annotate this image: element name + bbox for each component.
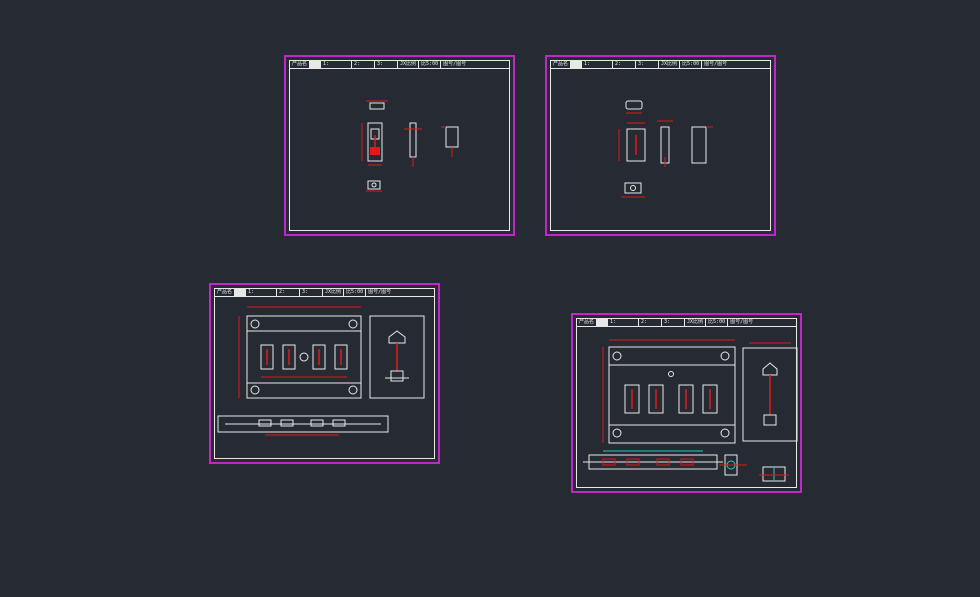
mold-assembly-drawing <box>583 339 798 482</box>
cad-model-space[interactable]: { "title_block": { "c1": "产品名", "c2": "1… <box>0 0 980 597</box>
drawing-sheet-3[interactable]: 产品名 1: 2: 3: JX比例 比5:00 图号/图号 <box>209 283 440 464</box>
mold-assembly-drawing <box>217 306 425 436</box>
drawing-sheet-2[interactable]: 产品名 1: 2: 3: JX比例 比5:00 图号/图号 <box>545 55 776 236</box>
part-views-drawing <box>618 100 713 198</box>
drawing-sheet-1[interactable]: 产品名 1: 2: 3: JX比例 比5:00 图号/图号 <box>284 55 515 236</box>
drawing-sheet-4[interactable]: 产品名 1: 2: 3: JX比例 比5:00 图号/图号 <box>571 313 802 493</box>
part-views-drawing <box>361 100 459 192</box>
